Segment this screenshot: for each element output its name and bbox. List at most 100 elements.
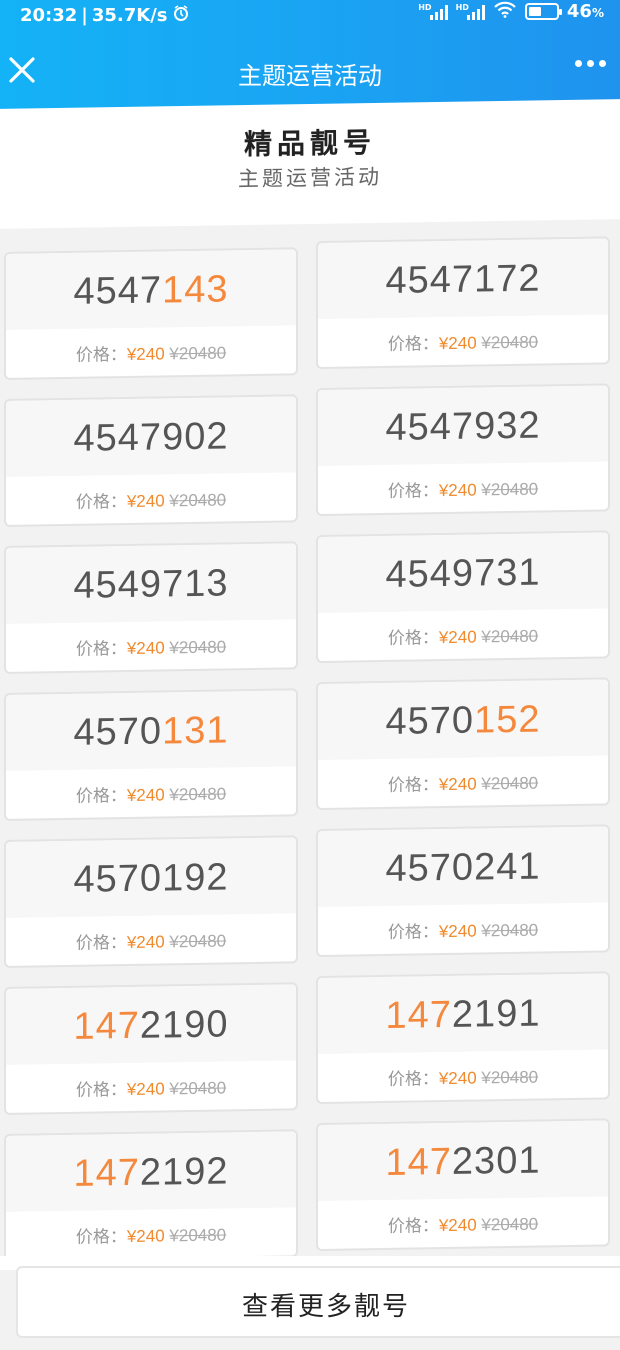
network-speed: 35.7K/s: [91, 5, 168, 26]
current-price: ¥240: [126, 1079, 165, 1100]
price-label: 价格：: [75, 1080, 127, 1100]
current-price: ¥240: [126, 638, 165, 659]
highlight-digits: 152: [474, 698, 541, 742]
current-price: ¥240: [126, 344, 165, 365]
original-price: ¥20480: [481, 1067, 539, 1088]
phone-number: 4549731: [385, 551, 541, 596]
number-card[interactable]: 4549713 价格：¥240 ¥20480: [4, 541, 298, 674]
navbar: 主题运营活动: [0, 40, 620, 104]
signal-icon-2: HD: [456, 3, 485, 20]
highlight-digits: 143: [162, 268, 229, 312]
original-price: ¥20480: [481, 1214, 539, 1235]
phone-number: 1472191: [385, 992, 541, 1037]
price-label: 价格：: [75, 639, 127, 659]
number-card[interactable]: 4570152 价格：¥240 ¥20480: [316, 677, 610, 811]
original-price: ¥20480: [481, 332, 539, 353]
original-price: ¥20480: [481, 773, 539, 794]
current-price: ¥240: [438, 1068, 477, 1089]
current-price: ¥240: [126, 491, 165, 512]
phone-number: 4549713: [73, 562, 229, 607]
current-price: ¥240: [126, 932, 165, 953]
phone-number: 1472301: [385, 1139, 541, 1184]
phone-number: 4570241: [385, 845, 541, 890]
price-label: 价格：: [387, 1216, 439, 1236]
price-label: 价格：: [387, 481, 439, 501]
price-row: 价格：¥240 ¥20480: [318, 314, 608, 356]
status-bar: 20:32 | 35.7K/s HD HD 46%: [20, 0, 604, 27]
price-row: 价格：¥240 ¥20480: [318, 1049, 608, 1091]
current-price: ¥240: [126, 785, 165, 806]
phone-number: 1472192: [73, 1150, 229, 1195]
price-label: 价格：: [387, 334, 439, 354]
price-row: 价格：¥240 ¥20480: [318, 755, 608, 797]
phone-number: 4547172: [385, 257, 541, 302]
number-card[interactable]: 4547143 价格：¥240 ¥20480: [4, 247, 298, 380]
price-row: 价格：¥240 ¥20480: [318, 461, 608, 503]
price-label: 价格：: [387, 775, 439, 795]
number-card[interactable]: 1472190 价格：¥240 ¥20480: [4, 982, 298, 1115]
price-row: 价格：¥240 ¥20480: [318, 902, 608, 944]
number-card[interactable]: 1472192 价格：¥240 ¥20480: [4, 1129, 298, 1262]
signal-icon: HD: [418, 3, 448, 20]
number-card[interactable]: 4547902 价格：¥240 ¥20480: [4, 394, 298, 527]
original-price: ¥20480: [481, 626, 539, 647]
number-card[interactable]: 4570241 价格：¥240 ¥20480: [316, 824, 610, 958]
status-time: 20:32: [20, 5, 78, 26]
price-label: 价格：: [75, 345, 127, 365]
original-price: ¥20480: [481, 920, 539, 941]
current-price: ¥240: [126, 1226, 165, 1247]
price-label: 价格：: [75, 492, 127, 512]
phone-number: 4570192: [73, 856, 229, 901]
current-price: ¥240: [438, 1215, 477, 1236]
original-price: ¥20480: [481, 479, 539, 500]
number-card[interactable]: 1472301 价格：¥240 ¥20480: [316, 1118, 610, 1252]
highlight-digits: 147: [385, 993, 452, 1037]
original-price: ¥20480: [169, 931, 227, 952]
price-label: 价格：: [387, 1069, 439, 1089]
number-card[interactable]: 1472191 价格：¥240 ¥20480: [316, 971, 610, 1105]
alarm-icon: [172, 4, 190, 27]
price-label: 价格：: [387, 628, 439, 648]
original-price: ¥20480: [169, 1225, 227, 1246]
price-row: 价格：¥240 ¥20480: [6, 619, 296, 661]
current-price: ¥240: [438, 627, 477, 648]
highlight-digits: 131: [162, 709, 229, 753]
number-card[interactable]: 4549731 价格：¥240 ¥20480: [316, 530, 610, 664]
price-row: 价格：¥240 ¥20480: [318, 1196, 608, 1238]
phone-number: 4547143: [73, 268, 229, 313]
number-card[interactable]: 4547932 价格：¥240 ¥20480: [316, 383, 610, 517]
current-price: ¥240: [438, 333, 477, 354]
price-label: 价格：: [75, 933, 127, 953]
battery-level: 46: [566, 1, 592, 22]
highlight-digits: 147: [73, 1004, 140, 1048]
original-price: ¥20480: [169, 343, 227, 364]
nav-title: 主题运营活动: [238, 62, 382, 90]
original-price: ¥20480: [169, 1078, 227, 1099]
more-options-icon[interactable]: [575, 60, 606, 67]
price-row: 价格：¥240 ¥20480: [6, 1207, 296, 1249]
original-price: ¥20480: [169, 637, 227, 658]
original-price: ¥20480: [169, 784, 227, 805]
current-price: ¥240: [438, 921, 477, 942]
phone-number: 4547902: [73, 415, 229, 460]
number-grid: 4547143 价格：¥240 ¥20480 4547172 价格：¥240 ¥204…: [0, 234, 620, 1264]
price-row: 价格：¥240 ¥20480: [6, 1060, 296, 1102]
view-more-button[interactable]: 查看更多靓号: [16, 1266, 620, 1338]
price-row: 价格：¥240 ¥20480: [6, 472, 296, 514]
price-row: 价格：¥240 ¥20480: [6, 913, 296, 955]
wifi-icon: [493, 0, 517, 23]
price-label: 价格：: [387, 922, 439, 942]
highlight-digits: 147: [73, 1151, 140, 1195]
battery-icon: [524, 3, 562, 20]
phone-number: 4547932: [385, 404, 541, 449]
current-price: ¥240: [438, 774, 477, 795]
number-card[interactable]: 4547172 价格：¥240 ¥20480: [316, 236, 610, 370]
header-background: 20:32 | 35.7K/s HD HD 46% 主题运营活动: [0, 0, 620, 116]
highlight-digits: 147: [385, 1140, 452, 1184]
current-price: ¥240: [438, 480, 477, 501]
number-card[interactable]: 4570192 价格：¥240 ¥20480: [4, 835, 298, 968]
number-card[interactable]: 4570131 价格：¥240 ¥20480: [4, 688, 298, 821]
section-heading: 精品靓号 主题运营活动: [0, 99, 620, 229]
original-price: ¥20480: [169, 490, 227, 511]
price-row: 价格：¥240 ¥20480: [6, 325, 296, 367]
